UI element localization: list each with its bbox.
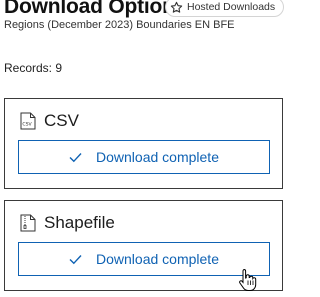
checkmark-icon (69, 254, 82, 264)
card-header: Shapefile (20, 213, 115, 233)
svg-text:CSV: CSV (22, 122, 32, 128)
download-complete-button[interactable]: Download complete (18, 140, 270, 174)
download-complete-button[interactable]: Download complete (18, 242, 270, 276)
csv-file-icon: CSV (20, 112, 36, 130)
card-header: CSV CSV (20, 111, 79, 131)
download-card-csv: CSV CSV Download complete (4, 98, 283, 189)
dataset-subtitle: Regions (December 2023) Boundaries EN BF… (4, 19, 235, 31)
download-button-label: Download complete (96, 149, 219, 165)
page-title: Download Options (4, 0, 187, 18)
card-title: CSV (44, 111, 79, 130)
zip-file-icon (20, 214, 36, 232)
download-button-label: Download complete (96, 251, 219, 267)
hand-cursor-icon (239, 269, 257, 291)
hosted-downloads-badge[interactable]: Hosted Downloads (165, 0, 285, 17)
star-icon (170, 1, 183, 13)
checkmark-icon (69, 152, 82, 162)
hosted-downloads-label: Hosted Downloads (187, 1, 276, 13)
card-title: Shapefile (44, 213, 115, 232)
records-count: Records: 9 (4, 61, 63, 75)
